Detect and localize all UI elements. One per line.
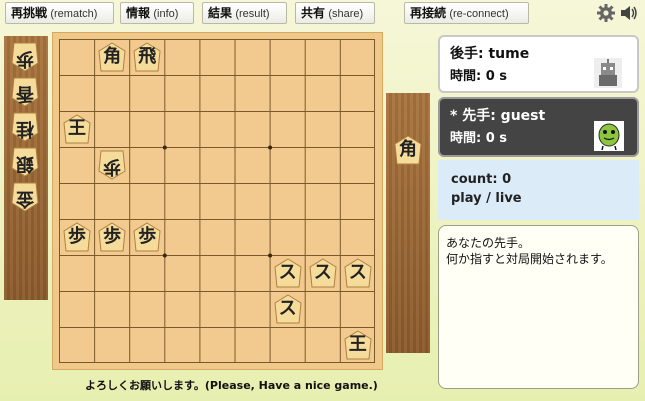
chat-line-1: あなたの先手。 bbox=[446, 236, 531, 250]
game-status-panel: count: 0 play / live bbox=[438, 160, 639, 220]
piece-kanji: 金 bbox=[16, 188, 34, 209]
info-button[interactable]: 情報 (info) bbox=[120, 2, 194, 24]
piece-kanji: 王 bbox=[348, 334, 367, 355]
board-grid: 角飛王歩歩歩歩スススス王 bbox=[59, 39, 375, 363]
board-piece[interactable]: 飛 bbox=[133, 42, 161, 72]
piece-kanji: 桂 bbox=[16, 118, 34, 139]
piece-kanji: 歩 bbox=[138, 226, 157, 247]
board-piece[interactable]: 王 bbox=[63, 114, 91, 144]
reconnect-label-jp: 再接続 bbox=[410, 6, 447, 20]
piece-kanji: 角 bbox=[399, 139, 417, 160]
piece-kanji: 歩 bbox=[103, 226, 122, 247]
board-piece[interactable]: 歩 bbox=[98, 150, 126, 180]
gote-player-time: 時間: 0 s bbox=[450, 69, 508, 84]
gote-player-panel: 後手: tume 時間: 0 s bbox=[438, 35, 639, 93]
board-piece[interactable]: 歩 bbox=[98, 222, 126, 252]
board-piece[interactable]: 歩 bbox=[133, 222, 161, 252]
board-piece[interactable]: ス bbox=[309, 258, 337, 288]
piece-kanji: 歩 bbox=[16, 48, 34, 69]
piece-kanji: 香 bbox=[16, 83, 34, 104]
board-piece[interactable]: 角 bbox=[98, 42, 126, 72]
rematch-label-en: (rematch) bbox=[50, 8, 98, 20]
shogi-board[interactable]: 角飛王歩歩歩歩スススス王 bbox=[52, 32, 383, 370]
sente-player-panel: * 先手: guest 時間: 0 s bbox=[438, 97, 639, 157]
gote-player-name: 後手: tume bbox=[450, 46, 530, 62]
gote-hand-piece[interactable]: 桂 bbox=[11, 112, 39, 142]
piece-kanji: ス bbox=[348, 262, 367, 283]
piece-kanji: 歩 bbox=[68, 226, 86, 247]
toolbar: 再挑戦 (rematch) 情報 (info) 結果 (result) 共有 (… bbox=[0, 0, 645, 28]
chat-log[interactable]: あなたの先手。 何か指すと対局開始されます。 bbox=[438, 225, 639, 389]
gote-hand-piece[interactable]: 歩 bbox=[11, 42, 39, 72]
board-piece[interactable]: ス bbox=[274, 294, 302, 324]
rematch-button[interactable]: 再挑戦 (rematch) bbox=[5, 2, 114, 24]
gote-hand-piece[interactable]: 香 bbox=[11, 77, 39, 107]
piece-kanji: 歩 bbox=[103, 156, 122, 177]
piece-kanji: ス bbox=[278, 298, 297, 319]
share-button[interactable]: 共有 (share) bbox=[295, 2, 375, 24]
piece-kanji: 飛 bbox=[138, 46, 157, 67]
reconnect-label-en: (re-connect) bbox=[449, 8, 509, 20]
settings-gear-icon[interactable] bbox=[597, 4, 615, 22]
info-label-jp: 情報 bbox=[126, 6, 151, 20]
sente-player-time: 時間: 0 s bbox=[450, 131, 508, 146]
board-piece[interactable]: ス bbox=[344, 258, 372, 288]
share-label-en: (share) bbox=[328, 8, 364, 20]
sound-speaker-icon[interactable] bbox=[620, 4, 638, 22]
piece-kanji: 王 bbox=[68, 118, 86, 139]
robot-avatar bbox=[594, 58, 622, 88]
piece-kanji: 銀 bbox=[16, 153, 34, 174]
result-button[interactable]: 結果 (result) bbox=[202, 2, 287, 24]
board-lines bbox=[59, 39, 375, 363]
reconnect-button[interactable]: 再接続 (re-connect) bbox=[404, 2, 529, 24]
piece-kanji: ス bbox=[278, 262, 297, 283]
board-piece[interactable]: ス bbox=[274, 258, 302, 288]
green-blob-avatar bbox=[594, 121, 624, 151]
board-piece[interactable]: 王 bbox=[344, 330, 372, 360]
gote-hand-piece[interactable]: 銀 bbox=[11, 147, 39, 177]
greeting-message: よろしくお願いします。(Please, Have a nice game.) bbox=[85, 379, 378, 392]
result-label-jp: 結果 bbox=[208, 6, 233, 20]
board-piece[interactable]: 歩 bbox=[63, 222, 91, 252]
play-mode: play / live bbox=[451, 191, 522, 206]
piece-kanji: 角 bbox=[103, 46, 122, 67]
chat-line-2: 何か指すと対局開始されます。 bbox=[446, 252, 613, 266]
rematch-label-jp: 再挑戦 bbox=[11, 6, 48, 20]
result-label-en: (result) bbox=[235, 8, 270, 20]
move-count: count: 0 bbox=[451, 172, 512, 187]
info-label-en: (info) bbox=[153, 8, 179, 20]
gote-hand-piece[interactable]: 金 bbox=[11, 182, 39, 212]
sente-piece-stand bbox=[386, 93, 430, 353]
piece-kanji: ス bbox=[313, 262, 332, 283]
sente-player-name: * 先手: guest bbox=[450, 108, 546, 124]
sente-hand-piece[interactable]: 角 bbox=[394, 135, 422, 165]
share-label-jp: 共有 bbox=[301, 6, 326, 20]
